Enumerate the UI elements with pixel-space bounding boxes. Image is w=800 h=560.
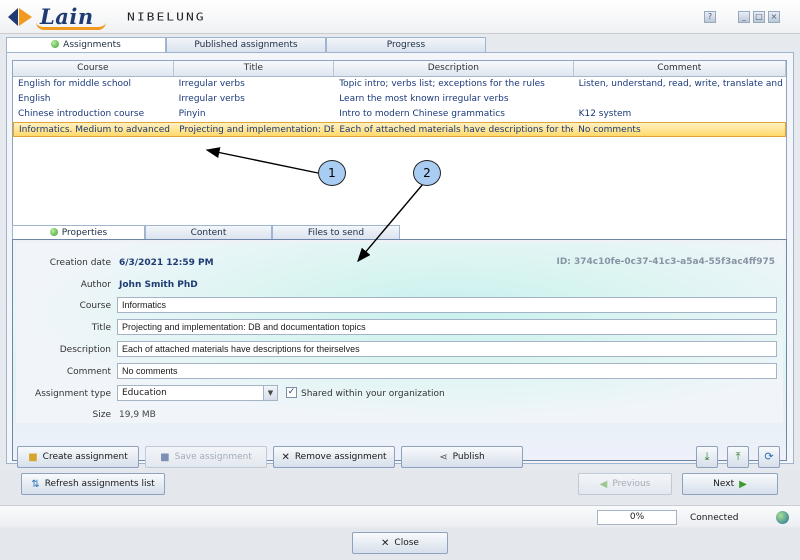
cell-description: Learn the most known irregular verbs	[339, 94, 509, 104]
cell-title: Irregular verbs	[178, 94, 245, 104]
logo-emblem-icon	[8, 8, 32, 26]
cell-title: Projecting and implementation: DB	[179, 125, 335, 135]
cell-comment	[574, 92, 786, 107]
tab-progress[interactable]: Progress	[326, 37, 486, 52]
cell-description: Intro to modern Chinese grammatics	[339, 109, 505, 119]
status-dot-icon	[49, 228, 58, 236]
refresh-assignments-button[interactable]: ⇅ Refresh assignments list	[21, 473, 165, 495]
save-disk-icon: ■	[160, 452, 170, 463]
column-header-course[interactable]: Course	[13, 61, 174, 76]
properties-form: Creation date 6/3/2021 12:59 PM ID: 374c…	[16, 243, 783, 423]
help-button[interactable]: ?	[704, 11, 716, 23]
create-assignment-button[interactable]: ■ Create assignment	[17, 446, 139, 468]
description-label: Description	[59, 345, 111, 355]
properties-tabs: Properties Content Files to send	[12, 225, 400, 241]
minimize-button[interactable]: _	[738, 11, 750, 23]
sync-icon[interactable]: ⟳	[758, 446, 780, 468]
cell-comment: Listen, understand, read, write, transla…	[578, 79, 787, 89]
course-label: Course	[79, 301, 111, 311]
grid-header: Course Title Description Comment	[13, 61, 786, 77]
comment-field[interactable]	[117, 363, 777, 379]
column-header-description[interactable]: Description	[334, 61, 574, 76]
cell-description: Each of attached materials have descript…	[339, 125, 574, 135]
close-button[interactable]: ✕ Close	[352, 532, 448, 554]
cell-title: Pinyin	[178, 109, 206, 119]
main-tabs: Assignments Published assignments Progre…	[6, 37, 486, 53]
assignment-type-label: Assignment type	[35, 389, 111, 399]
publish-button[interactable]: ⋖ Publish	[401, 446, 523, 468]
table-row-selected[interactable]: Informatics. Medium to advanced Projecti…	[13, 122, 786, 137]
folder-icon: ■	[28, 452, 38, 463]
status-dot-icon	[51, 40, 60, 48]
arrow-left-icon: ◀	[599, 479, 608, 490]
previous-button[interactable]: ◀ Previous	[578, 473, 672, 495]
brand-name: NIBELUNG	[127, 11, 206, 24]
creation-date-value: 6/3/2021 12:59 PM	[119, 258, 214, 268]
save-assignment-button[interactable]: ■ Save assignment	[145, 446, 267, 468]
size-label: Size	[92, 410, 111, 420]
cell-title: Irregular verbs	[178, 79, 245, 89]
table-row[interactable]: Chinese introduction course Pinyin Intro…	[13, 107, 786, 122]
download-icon[interactable]: ⤓	[696, 446, 718, 468]
properties-panel: Creation date 6/3/2021 12:59 PM ID: 374c…	[12, 239, 787, 468]
share-icon: ⋖	[439, 452, 448, 463]
annotation-marker-1: 1	[318, 160, 346, 186]
close-x-icon: ✕	[281, 452, 290, 463]
title-label: Title	[91, 323, 111, 333]
close-window-button[interactable]: ×	[768, 11, 780, 23]
course-field[interactable]	[117, 297, 777, 313]
next-button[interactable]: Next ▶	[682, 473, 778, 495]
refresh-icon: ⇅	[31, 479, 40, 490]
arrow-right-icon: ▶	[739, 479, 747, 490]
table-row[interactable]: English for middle school Irregular verb…	[13, 77, 786, 92]
tab-assignments[interactable]: Assignments	[6, 37, 166, 53]
tab-published-assignments[interactable]: Published assignments	[166, 37, 326, 52]
assignments-panel: Course Title Description Comment English…	[6, 52, 794, 468]
description-field[interactable]	[117, 341, 777, 357]
upload-icon[interactable]: ⤒	[727, 446, 749, 468]
progress-indicator: 0%	[597, 510, 677, 525]
connection-status: Connected	[690, 513, 739, 523]
remove-assignment-button[interactable]: ✕ Remove assignment	[273, 446, 395, 468]
table-row[interactable]: English Irregular verbs Learn the most k…	[13, 92, 786, 107]
author-label: Author	[80, 280, 111, 290]
tab-files-to-send[interactable]: Files to send	[272, 225, 400, 240]
tab-content[interactable]: Content	[145, 225, 272, 240]
column-header-title[interactable]: Title	[174, 61, 335, 76]
size-value: 19,9 MB	[119, 410, 156, 420]
column-header-comment[interactable]: Comment	[574, 61, 786, 76]
assignment-id: ID: 374c10fe-0c37-41c3-a5a4-55f3ac4ff975	[556, 257, 775, 267]
cell-course: Chinese introduction course	[18, 109, 145, 119]
assignment-type-value: Education	[122, 388, 167, 398]
title-field[interactable]	[117, 319, 777, 335]
navigation-bar: ⇅ Refresh assignments list ◀ Previous Next…	[0, 470, 800, 504]
cell-comment: K12 system	[578, 109, 632, 119]
chevron-down-icon[interactable]: ▼	[263, 386, 277, 400]
comment-label: Comment	[66, 367, 111, 377]
annotation-marker-2: 2	[413, 160, 441, 186]
author-value: John Smith PhD	[119, 280, 198, 290]
cell-course: Informatics. Medium to advanced	[19, 125, 170, 135]
cell-description: Topic intro; verbs list; exceptions for …	[339, 79, 545, 89]
cell-comment: No comments	[578, 125, 641, 135]
cell-course: English	[18, 94, 51, 104]
close-x-icon: ✕	[381, 538, 390, 549]
shared-checkbox[interactable]: ✓	[286, 387, 297, 398]
assignment-type-select[interactable]: Education ▼	[117, 385, 278, 401]
footer: ✕ Close	[0, 528, 800, 560]
globe-icon	[776, 511, 789, 524]
maximize-button[interactable]: □	[753, 11, 765, 23]
logo-swoosh	[36, 22, 106, 30]
title-bar: Lain NIBELUNG ? _ □ ×	[0, 0, 800, 34]
cell-course: English for middle school	[18, 79, 132, 89]
status-bar: 0% Connected	[0, 505, 800, 527]
shared-label: Shared within your organization	[301, 389, 445, 399]
creation-date-label: Creation date	[49, 258, 111, 268]
